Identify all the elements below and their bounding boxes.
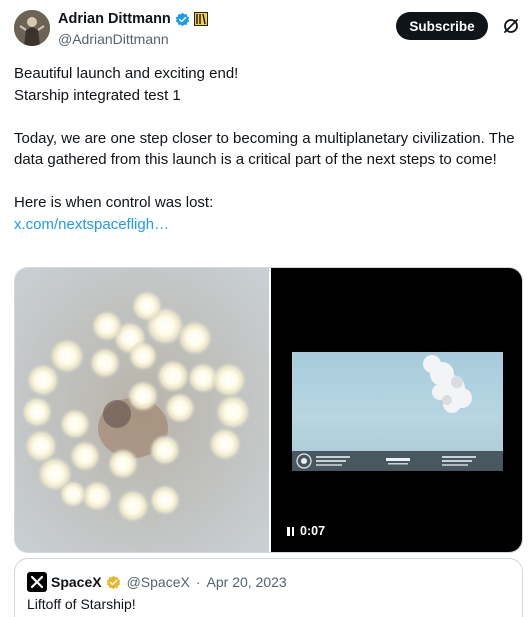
video-time: 0:07 <box>300 524 326 538</box>
tweet-line: Starship integrated test 1 <box>14 86 181 104</box>
subscribe-button[interactable]: Subscribe <box>396 12 488 40</box>
tweet-line: Here is when control was lost: <box>14 194 214 211</box>
x-logo-icon <box>30 575 44 589</box>
tweet-body: Beautiful launch and exciting end! Stars… <box>14 63 519 235</box>
video-controls: 0:07 <box>287 524 325 538</box>
pause-icon[interactable] <box>287 526 294 536</box>
quoted-tweet-date[interactable]: Apr 20, 2023 <box>207 574 287 590</box>
author-handle[interactable]: @AdrianDittmann <box>58 31 169 47</box>
quoted-author-handle[interactable]: @SpaceX <box>127 574 190 590</box>
media-grid: 0:07 <box>14 267 523 553</box>
meta-separator: · <box>195 574 201 590</box>
tweet-link[interactable]: x.com/nextspacefligh… <box>14 216 169 233</box>
quoted-tweet-header: SpaceX @SpaceX · Apr 20, 2023 <box>27 572 287 592</box>
grok-icon[interactable] <box>502 17 520 35</box>
affiliation-badge-icon[interactable] <box>193 12 208 26</box>
engine-cluster-photo[interactable] <box>15 268 269 552</box>
quoted-tweet-text: Liftoff of Starship! <box>27 596 136 612</box>
tweet-line: Today, we are one step closer to becomin… <box>14 129 515 169</box>
tweet-line: Beautiful launch and exciting end! <box>14 65 239 82</box>
video-player[interactable]: 0:07 <box>271 268 522 552</box>
author-name[interactable]: Adrian Dittmann <box>58 11 171 27</box>
name-row: Adrian Dittmann <box>58 11 208 27</box>
video-telemetry-bar <box>292 451 503 471</box>
quoted-tweet[interactable]: SpaceX @SpaceX · Apr 20, 2023 Liftoff of… <box>14 558 523 617</box>
gold-verified-badge-icon[interactable] <box>106 575 121 590</box>
spacex-avatar-icon[interactable] <box>27 572 47 592</box>
quoted-author-name[interactable]: SpaceX <box>51 574 102 590</box>
telemetry-overlay <box>296 453 476 469</box>
avatar[interactable] <box>14 10 50 46</box>
tweet-header: Adrian Dittmann @AdrianDittmann Subscrib… <box>14 10 522 50</box>
video-frame <box>292 352 503 471</box>
verified-badge-icon[interactable] <box>175 12 190 27</box>
avatar-image <box>14 10 50 46</box>
engine-cluster-image <box>15 268 269 552</box>
